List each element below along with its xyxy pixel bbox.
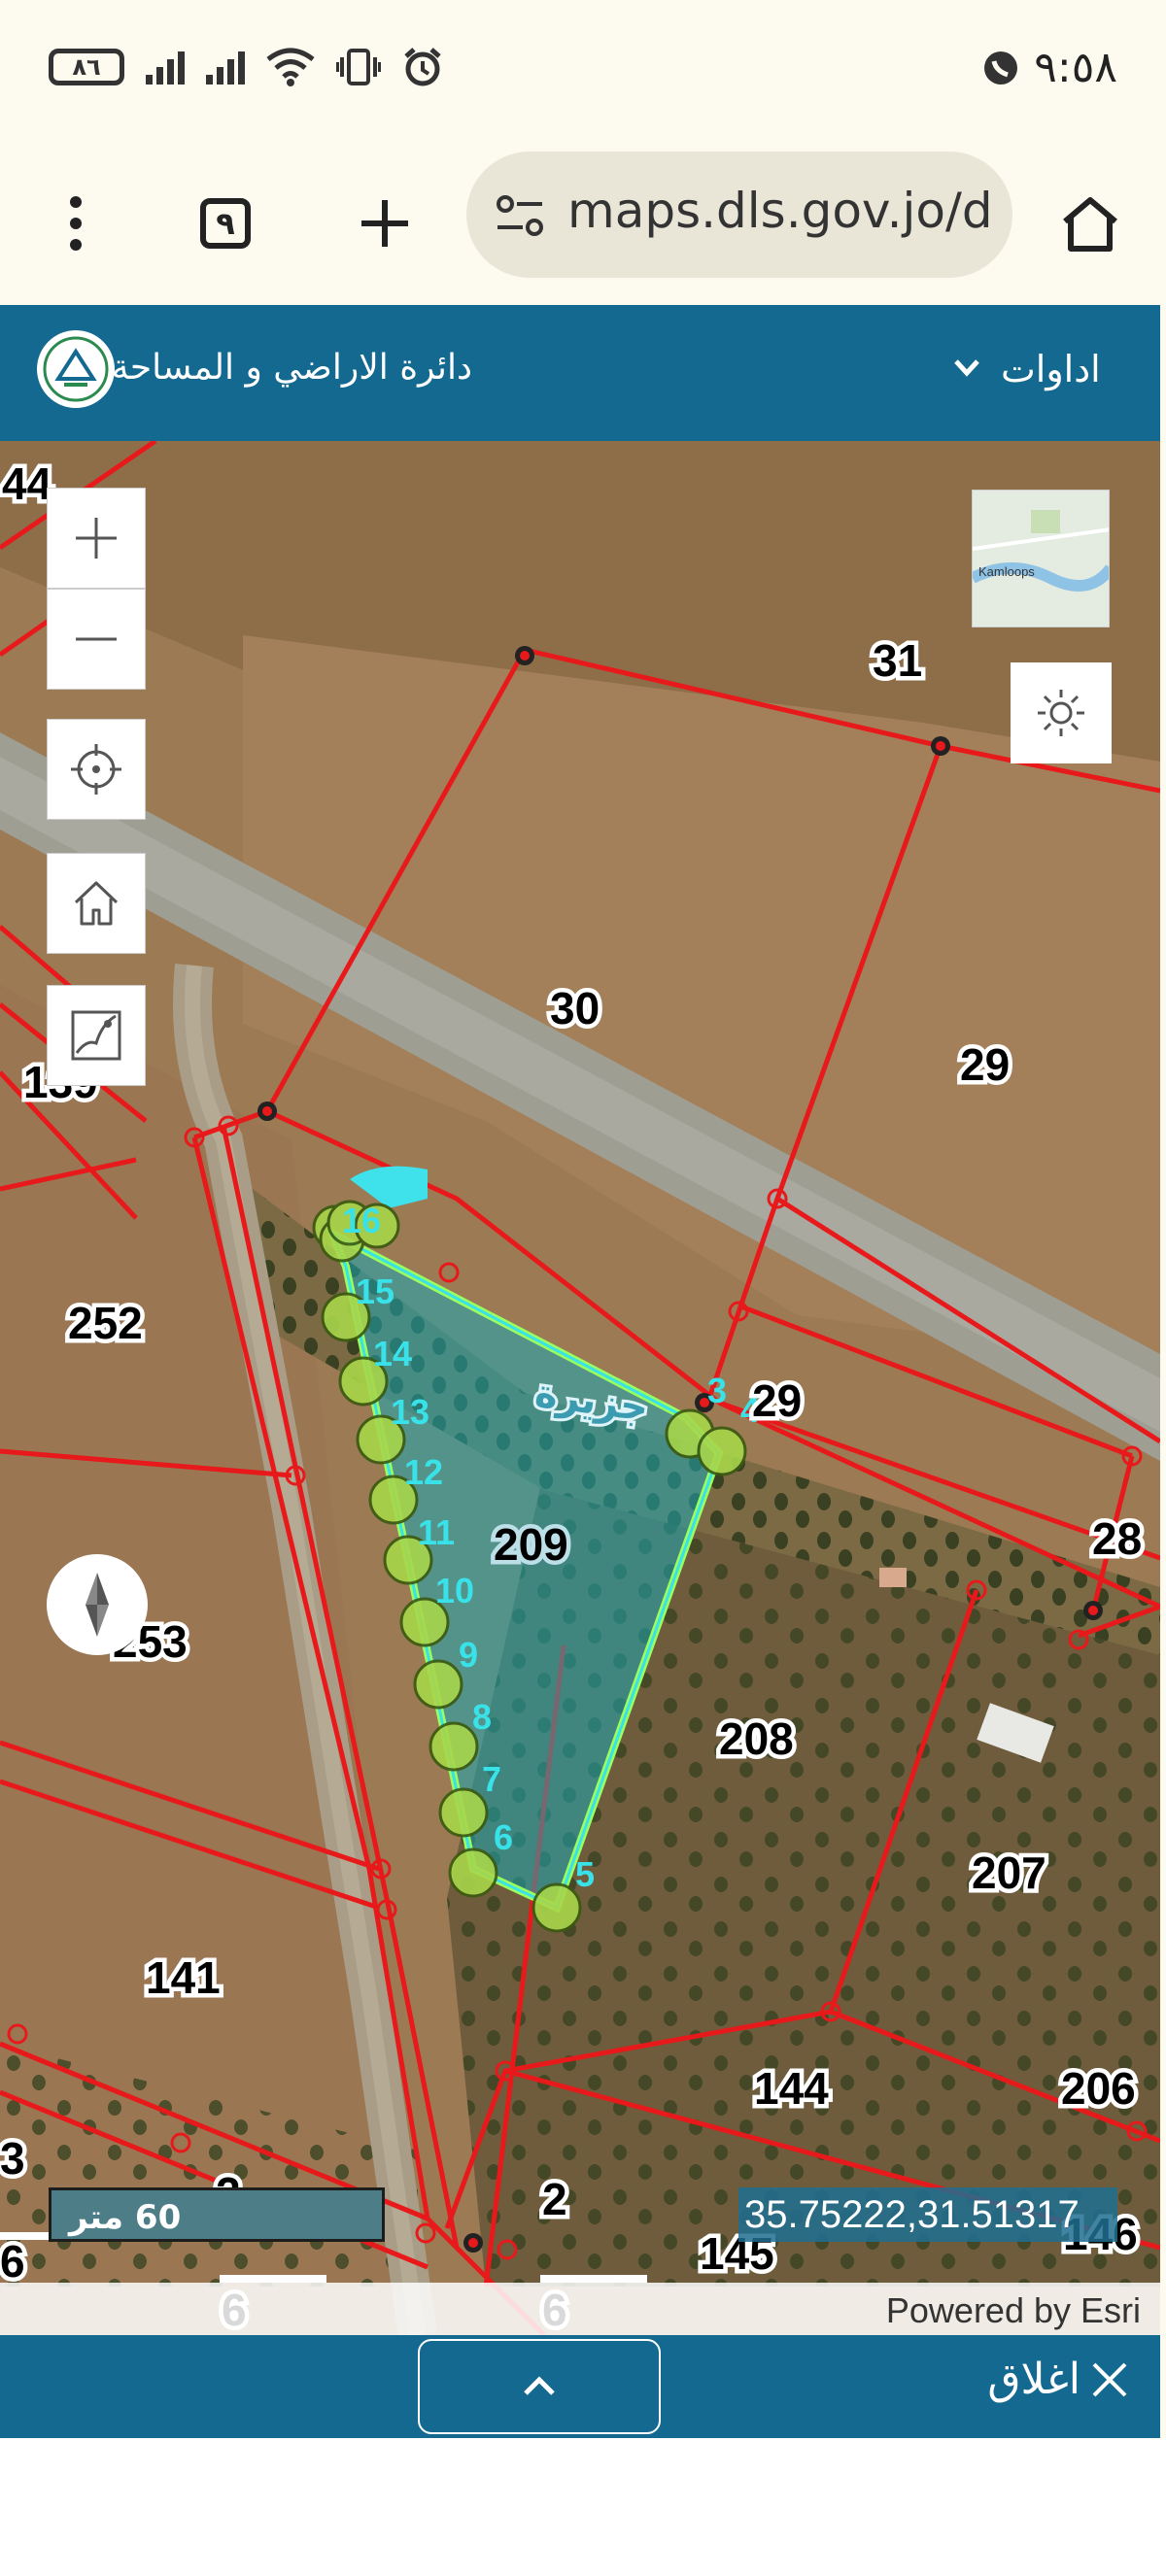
parcel-label-141: 141 bbox=[146, 1952, 221, 2003]
vertex-label-14: 14 bbox=[373, 1334, 412, 1373]
parcel-label-208: 208 bbox=[719, 1713, 794, 1764]
parcel-label-144: 144 bbox=[754, 2063, 829, 2114]
whatsapp-icon bbox=[984, 51, 1018, 85]
home-icon bbox=[1063, 197, 1117, 252]
parcel-label-252: 252 bbox=[68, 1298, 143, 1348]
measure-button[interactable] bbox=[47, 985, 146, 1086]
tabs-button[interactable]: ٩ bbox=[187, 185, 264, 262]
parcel-label-3: 3 bbox=[0, 2133, 25, 2184]
map-view[interactable]: 16 15 14 13 12 11 10 9 8 7 6 5 4 3 جزيرة… bbox=[0, 441, 1160, 2335]
vertex-label-9: 9 bbox=[459, 1635, 478, 1675]
locate-icon bbox=[71, 744, 121, 795]
status-right: ٩:٥٨ bbox=[981, 43, 1117, 92]
parcel-label-30: 30 bbox=[550, 983, 600, 1034]
parcel-label-44: 44 bbox=[2, 458, 52, 509]
more-vert-icon bbox=[70, 196, 82, 251]
zoom-out-icon bbox=[76, 637, 117, 641]
parcel-label-2-b: 2 bbox=[542, 2174, 567, 2224]
attribution: Powered by Esri bbox=[0, 2283, 1160, 2335]
attribution-text: Powered by Esri bbox=[885, 2290, 1141, 2330]
bottom-bar: اغلاق bbox=[0, 2335, 1160, 2438]
close-label: اغلاق bbox=[987, 2355, 1080, 2404]
selected-parcel-label: 209 bbox=[494, 1519, 568, 1570]
chevron-up-icon bbox=[524, 2376, 555, 2395]
tab-count: ٩ bbox=[200, 198, 251, 249]
measure-icon bbox=[71, 1010, 121, 1061]
expand-panel-button[interactable] bbox=[418, 2339, 661, 2434]
dls-logo bbox=[37, 330, 115, 408]
vertex-label-3: 3 bbox=[707, 1371, 727, 1410]
locate-button[interactable] bbox=[47, 719, 146, 820]
home-button[interactable] bbox=[1051, 185, 1129, 262]
vertex-label-5: 5 bbox=[575, 1854, 595, 1894]
compass-button[interactable] bbox=[47, 1554, 148, 1655]
parcel-label-28: 28 bbox=[1092, 1513, 1142, 1564]
vertex-label-16: 16 bbox=[342, 1201, 381, 1240]
menu-button[interactable] bbox=[37, 185, 115, 262]
daylight-button[interactable] bbox=[1011, 662, 1112, 763]
url-text: maps.dls.gov.jo/d bbox=[567, 183, 993, 239]
status-left: ٨٦ bbox=[49, 47, 443, 87]
vertex-label-7: 7 bbox=[482, 1759, 501, 1799]
coordinates-display: 35.75222,31.51317 bbox=[738, 2187, 1117, 2242]
basemap-thumbnail: Kamloops bbox=[973, 491, 1109, 627]
plus-icon bbox=[361, 200, 408, 247]
zoom-in-button[interactable] bbox=[47, 488, 146, 589]
tools-menu[interactable]: اداوات bbox=[1001, 348, 1101, 390]
default-extent-button[interactable] bbox=[47, 853, 146, 954]
vertex-label-13: 13 bbox=[391, 1392, 429, 1432]
parcel-label-29: 29 bbox=[960, 1039, 1010, 1090]
vertex-label-15: 15 bbox=[356, 1271, 394, 1311]
parcel-label-6: 6 bbox=[0, 2236, 25, 2287]
compass-icon bbox=[86, 1573, 109, 1637]
parcel-label-206: 206 bbox=[1061, 2063, 1136, 2114]
vertex-label-12: 12 bbox=[404, 1452, 443, 1492]
basemap-toggle[interactable]: Kamloops bbox=[972, 490, 1110, 627]
home-icon bbox=[74, 881, 119, 926]
app-title: دائرة الاراضي و المساحة bbox=[111, 348, 472, 388]
scale-bar: 60 متر bbox=[49, 2187, 385, 2242]
vibrate-icon bbox=[336, 49, 381, 85]
signal-icon bbox=[146, 50, 185, 85]
sun-icon bbox=[1038, 690, 1084, 736]
vertex-label-10: 10 bbox=[435, 1571, 474, 1610]
scale-label: 60 متر bbox=[69, 2198, 182, 2237]
vertex-label-8: 8 bbox=[472, 1697, 492, 1737]
close-icon bbox=[1092, 2362, 1127, 2396]
parcel-label-31: 31 bbox=[873, 635, 922, 686]
close-button[interactable]: اغلاق bbox=[987, 2355, 1131, 2404]
small-structure bbox=[879, 1568, 907, 1587]
address-bar[interactable]: maps.dls.gov.jo/d bbox=[466, 152, 1012, 278]
status-bar: ٨٦ ٩:٥٨ bbox=[0, 0, 1166, 146]
parcel-label-207: 207 bbox=[972, 1847, 1046, 1898]
vertex-label-11: 11 bbox=[418, 1512, 455, 1552]
zoom-out-button[interactable] bbox=[47, 589, 146, 690]
map-canvas[interactable]: 16 15 14 13 12 11 10 9 8 7 6 5 4 3 جزيرة… bbox=[0, 441, 1160, 2335]
signal-icon bbox=[206, 50, 245, 85]
site-settings-icon[interactable] bbox=[496, 194, 544, 237]
coordinates-text: 35.75222,31.51317 bbox=[744, 2193, 1080, 2236]
basemap-thumb-label: Kamloops bbox=[978, 564, 1035, 579]
clock: ٩:٥٨ bbox=[1034, 43, 1117, 92]
alarm-icon bbox=[404, 48, 441, 86]
parcel-label-29-b: 29 bbox=[752, 1375, 802, 1426]
zoom-in-icon bbox=[76, 518, 117, 559]
wifi-icon bbox=[266, 48, 315, 86]
battery-indicator: ٨٦ bbox=[49, 49, 124, 85]
app-header: دائرة الاراضي و المساحة اداوات bbox=[0, 305, 1160, 441]
new-tab-button[interactable] bbox=[346, 185, 424, 262]
page-bottom bbox=[0, 2438, 1166, 2576]
vertex-label-6: 6 bbox=[494, 1817, 513, 1857]
chevron-down-icon bbox=[952, 356, 981, 383]
